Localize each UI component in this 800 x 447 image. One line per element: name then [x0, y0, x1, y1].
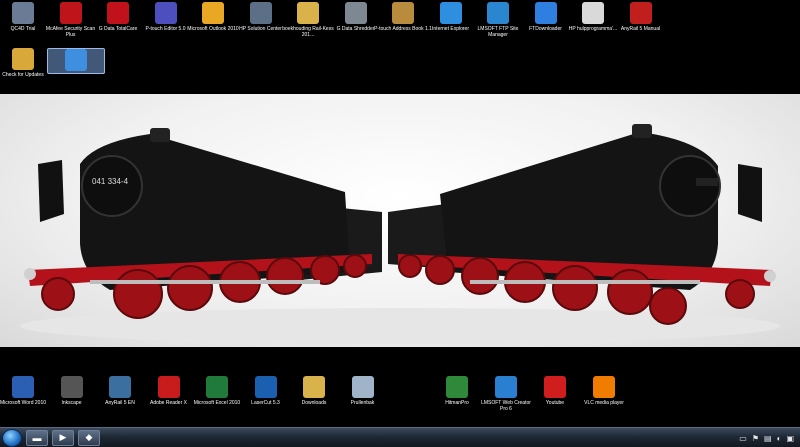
hp-solution-icon	[249, 2, 272, 24]
downloads-folder-icon	[303, 376, 325, 398]
desktop-icon-label: Prullenbak	[350, 400, 375, 406]
taskbar: ▬ ▶ ◆ ▭ ⚑ ▤ ◐ ▣	[0, 427, 800, 447]
locomotive-illustration: 041 334-4	[20, 124, 780, 344]
word-icon	[12, 376, 34, 398]
wallpaper-locomotives: 041 334-4	[0, 94, 800, 347]
ftdownloader-icon	[534, 2, 557, 24]
desktop-icon[interactable]: AnyRail 5 Manual	[612, 2, 670, 32]
gdata-icon	[107, 2, 129, 24]
vlc-icon	[593, 376, 615, 398]
ftp-icon	[487, 2, 509, 24]
desktop: QC4D Trial McAfee Security Scan Plus G Dat…	[0, 0, 800, 427]
left-locomotive: 041 334-4	[24, 128, 382, 319]
folder-icon	[297, 2, 319, 24]
recycle-bin-icon	[351, 376, 374, 398]
adobe-reader-icon	[157, 376, 180, 398]
shortcut-icon	[65, 49, 87, 71]
youtube-icon	[544, 376, 566, 398]
pdf-icon	[629, 2, 652, 24]
outlook-icon	[202, 2, 224, 24]
keyboard-icon[interactable]: ▭	[739, 434, 747, 443]
mcafee-icon	[59, 2, 82, 24]
hitmanpro-icon	[446, 376, 468, 398]
right-locomotive	[388, 124, 776, 325]
inkscape-icon	[60, 376, 83, 398]
taskbar-pinned: ▬ ▶ ◆	[22, 429, 100, 446]
explorer-folder-icon[interactable]: ▬	[26, 429, 48, 446]
network-icon[interactable]: ▤	[764, 434, 772, 443]
desktop-icon-label: AnyRail 5 Manual	[620, 26, 661, 32]
address-book-icon	[392, 2, 414, 24]
desktop-icon-label: Check for Updates	[2, 72, 44, 78]
updates-icon	[12, 48, 34, 70]
desktop-icon-label: VLC media player	[584, 400, 624, 406]
desktop-icon[interactable]	[47, 48, 105, 74]
flag-icon[interactable]: ⚑	[752, 434, 759, 443]
lasercut-icon	[254, 376, 277, 398]
anyrail-icon	[109, 376, 131, 398]
tray-app-icon[interactable]: ▣	[786, 434, 794, 443]
web-creator-icon	[495, 376, 517, 398]
desktop-icon[interactable]: Prullenbak	[334, 376, 392, 406]
qc4d-icon	[12, 2, 34, 24]
shredder-icon	[344, 2, 367, 24]
system-tray: ▭ ⚑ ▤ ◐ ▣	[739, 428, 800, 447]
desktop-icon[interactable]: VLC media player	[575, 376, 633, 406]
ie-icon	[439, 2, 462, 24]
left-loco-number: 041 334-4	[92, 177, 129, 186]
excel-icon	[206, 376, 228, 398]
media-player-icon[interactable]: ▶	[52, 429, 74, 446]
app-icon[interactable]: ◆	[78, 429, 100, 446]
hp-utility-icon	[582, 2, 604, 24]
ptouch-icon	[154, 2, 177, 24]
start-button[interactable]	[2, 428, 22, 447]
volume-icon[interactable]: ◐	[777, 434, 782, 443]
desktop-icon[interactable]: Check for Updates	[0, 48, 52, 78]
